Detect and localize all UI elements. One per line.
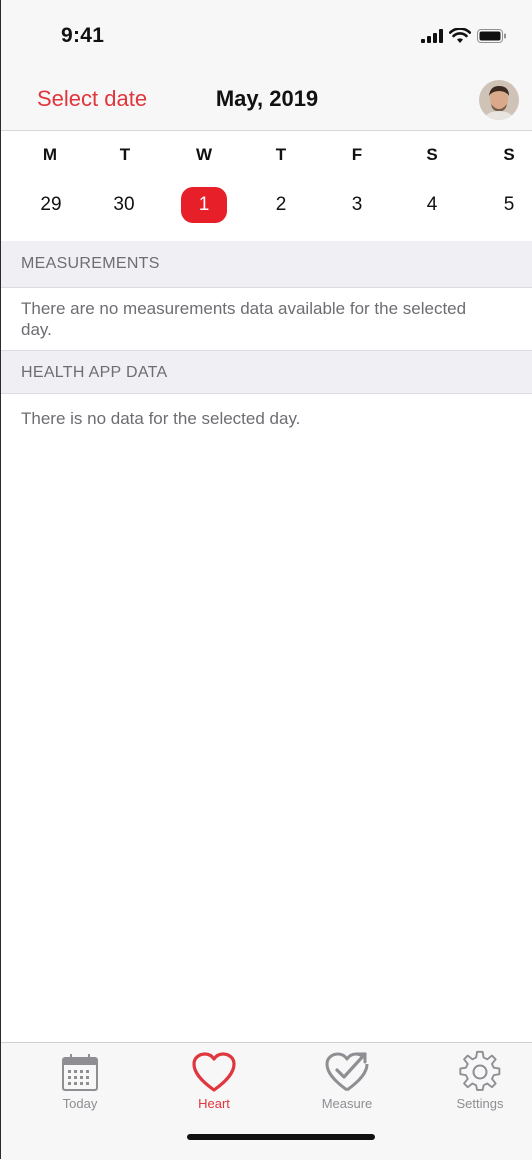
weekday-label: M: [42, 145, 58, 164]
week-calendar: M T W T F S S 29 30 1 2 3 4 5: [1, 131, 532, 241]
avatar[interactable]: [479, 80, 519, 120]
weekday-label: S: [426, 145, 438, 164]
status-icons: [421, 28, 507, 44]
tab-label: Settings: [456, 1096, 504, 1111]
wifi-icon: [449, 28, 471, 43]
health-empty-message: There is no data for the selected day.: [21, 409, 301, 428]
health-section-header: HEALTH APP DATA: [1, 351, 532, 393]
phone-screen: 9:41 May, 2019 Select date M T W T F S S…: [0, 0, 532, 1160]
tab-settings[interactable]: Settings: [430, 1050, 530, 1111]
measurements-empty-message: There are no measurements data available…: [21, 299, 467, 339]
tab-heart[interactable]: Heart: [164, 1050, 264, 1111]
weekday-label: W: [195, 145, 213, 164]
tab-measure[interactable]: Measure: [297, 1050, 397, 1111]
calendar-day[interactable]: 29: [28, 187, 74, 223]
status-time: 9:41: [61, 24, 105, 47]
weekday-label: F: [351, 145, 363, 164]
heart-icon: [192, 1052, 236, 1092]
gear-icon: [459, 1050, 501, 1091]
navigation-bar: May, 2019 Select date: [1, 70, 532, 131]
calendar-day-selected[interactable]: 1: [181, 187, 227, 223]
weekday-label: S: [503, 145, 515, 164]
tab-today[interactable]: Today: [30, 1050, 130, 1111]
calendar-day[interactable]: 30: [101, 187, 147, 223]
calendar-day[interactable]: 4: [409, 187, 455, 223]
measurements-section-header: MEASUREMENTS: [1, 241, 532, 287]
heart-check-icon: [325, 1052, 369, 1092]
divider: [1, 287, 532, 288]
calendar-icon: [62, 1054, 98, 1091]
calendar-day[interactable]: 5: [486, 187, 532, 223]
select-date-button[interactable]: Select date: [37, 86, 147, 112]
status-bar: 9:41: [1, 0, 532, 70]
tab-label: Measure: [321, 1096, 373, 1111]
weekday-label: T: [119, 145, 131, 164]
tab-label: Heart: [198, 1096, 230, 1111]
home-indicator[interactable]: [187, 1134, 375, 1140]
signal-icon: [421, 29, 443, 43]
tab-label: Today: [62, 1096, 98, 1111]
weekday-label: T: [275, 145, 287, 164]
calendar-day[interactable]: 2: [258, 187, 304, 223]
divider: [1, 393, 532, 394]
calendar-day[interactable]: 3: [334, 187, 380, 223]
battery-icon: [477, 29, 506, 43]
avatar-icon: [479, 80, 519, 120]
